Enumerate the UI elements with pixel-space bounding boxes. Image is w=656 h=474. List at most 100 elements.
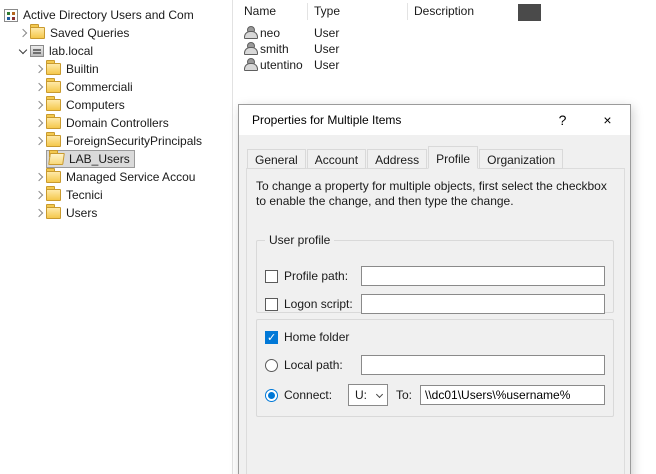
list-item-utentino[interactable]: utentino User: [233, 57, 656, 73]
tree-item-computers[interactable]: Computers: [0, 96, 232, 114]
list-item-neo[interactable]: neo User: [233, 25, 656, 41]
tree-item-label: Users: [66, 206, 97, 220]
folder-icon: [46, 207, 61, 219]
chevron-down-icon[interactable]: [16, 44, 30, 58]
domain-icon: [30, 45, 44, 57]
tree-item-lab-local[interactable]: lab.local: [0, 42, 232, 60]
list-item-name: utentino: [260, 58, 303, 72]
logon-script-label: Logon script:: [284, 297, 361, 311]
column-separator[interactable]: [407, 3, 408, 20]
tab-account[interactable]: Account: [307, 149, 366, 169]
chevron-placeholder: [32, 152, 46, 166]
tab-general[interactable]: General: [247, 149, 306, 169]
chevron-right-icon[interactable]: [32, 98, 46, 112]
dialog-titlebar[interactable]: Properties for Multiple Items ? ×: [239, 105, 630, 135]
tree-item-saved-queries[interactable]: Saved Queries: [0, 24, 232, 42]
column-header-name[interactable]: Name: [244, 4, 276, 18]
tree-selection-highlight[interactable]: LAB_Users: [46, 150, 135, 168]
chevron-right-icon[interactable]: [32, 188, 46, 202]
tree-item-foreign-security-principals[interactable]: ForeignSecurityPrincipals: [0, 132, 232, 150]
logon-script-checkbox[interactable]: [265, 298, 278, 311]
local-path-label: Local path:: [284, 358, 361, 372]
column-header-type[interactable]: Type: [314, 4, 340, 18]
list-item-smith[interactable]: smith User: [233, 41, 656, 57]
profile-path-input[interactable]: [361, 266, 605, 286]
logon-script-input[interactable]: [361, 294, 605, 314]
tree-item-commerciali[interactable]: Commerciali: [0, 78, 232, 96]
chevron-right-icon[interactable]: [32, 80, 46, 94]
tree-item-users[interactable]: Users: [0, 204, 232, 222]
user-icon: [243, 42, 257, 55]
chevron-right-icon[interactable]: [32, 206, 46, 220]
open-folder-icon: [49, 153, 64, 165]
connect-radio[interactable]: [265, 389, 278, 402]
list-item-type: User: [314, 26, 339, 40]
connect-to-label: To:: [396, 388, 420, 402]
chevron-right-icon[interactable]: [16, 26, 30, 40]
tree-item-label: Builtin: [66, 62, 99, 76]
folder-icon: [46, 63, 61, 75]
column-separator[interactable]: [307, 3, 308, 20]
profile-path-row: Profile path:: [265, 265, 605, 287]
close-button[interactable]: ×: [585, 105, 630, 135]
connect-row: Connect: U: To:: [265, 384, 605, 406]
aduc-window: Active Directory Users and Com Saved Que…: [0, 0, 656, 474]
chevron-right-icon[interactable]: [32, 62, 46, 76]
profile-tab-pane: To change a property for multiple object…: [246, 168, 625, 474]
home-folder-checkbox[interactable]: [265, 331, 278, 344]
logon-script-row: Logon script:: [265, 293, 605, 315]
local-path-input[interactable]: [361, 355, 605, 375]
home-folder-label: Home folder: [284, 330, 349, 344]
drive-letter-value: U:: [355, 388, 367, 402]
list-item-name: neo: [260, 26, 280, 40]
profile-path-checkbox[interactable]: [265, 270, 278, 283]
drive-letter-dropdown[interactable]: U:: [348, 384, 388, 406]
properties-dialog: Properties for Multiple Items ? × Genera…: [238, 104, 631, 474]
user-profile-group: User profile Profile path: Logon script:: [256, 233, 614, 313]
header-dark-box: [518, 4, 541, 21]
folder-icon: [46, 81, 61, 93]
console-tree: Active Directory Users and Com Saved Que…: [0, 0, 233, 474]
tree-item-label: lab.local: [49, 44, 93, 58]
folder-icon: [46, 135, 61, 147]
aduc-root-icon: [4, 9, 18, 22]
chevron-right-icon[interactable]: [32, 170, 46, 184]
home-folder-row: Home folder: [265, 326, 605, 348]
tree-item-lab-users[interactable]: LAB_Users: [0, 150, 232, 168]
tab-address[interactable]: Address: [367, 149, 427, 169]
tree-item-label: Tecnici: [66, 188, 103, 202]
tree-item-builtin[interactable]: Builtin: [0, 60, 232, 78]
user-icon: [243, 58, 257, 71]
chevron-right-icon[interactable]: [32, 134, 46, 148]
folder-icon: [30, 27, 45, 39]
help-button[interactable]: ?: [540, 105, 585, 135]
list-item-type: User: [314, 58, 339, 72]
tree-item-managed-service-accounts[interactable]: Managed Service Accou: [0, 168, 232, 186]
tree-item-root[interactable]: Active Directory Users and Com: [0, 6, 232, 24]
user-icon: [243, 26, 257, 39]
tab-profile[interactable]: Profile: [428, 146, 478, 169]
list-item-type: User: [314, 42, 339, 56]
folder-icon: [46, 171, 61, 183]
column-header-description[interactable]: Description: [414, 4, 474, 18]
tree-item-label: Saved Queries: [50, 26, 129, 40]
connect-label: Connect:: [284, 388, 348, 402]
tree-item-label: Commerciali: [66, 80, 133, 94]
dialog-title: Properties for Multiple Items: [252, 113, 401, 127]
tree-item-tecnici[interactable]: Tecnici: [0, 186, 232, 204]
tree-item-label: Active Directory Users and Com: [23, 8, 194, 22]
tree-item-label: ForeignSecurityPrincipals: [66, 134, 202, 148]
tree-item-domain-controllers[interactable]: Domain Controllers: [0, 114, 232, 132]
chevron-down-icon: [376, 391, 383, 398]
user-profile-group-label: User profile: [265, 233, 334, 247]
home-folder-group: Home folder Local path: Connect: U: To:: [256, 319, 614, 417]
folder-icon: [46, 189, 61, 201]
list-item-name: smith: [260, 42, 289, 56]
tree-item-label: Computers: [66, 98, 125, 112]
connect-path-input[interactable]: [420, 385, 605, 405]
tree-item-label: Domain Controllers: [66, 116, 169, 130]
local-path-radio[interactable]: [265, 359, 278, 372]
tab-organization[interactable]: Organization: [479, 149, 563, 169]
local-path-row: Local path:: [265, 354, 605, 376]
chevron-right-icon[interactable]: [32, 116, 46, 130]
